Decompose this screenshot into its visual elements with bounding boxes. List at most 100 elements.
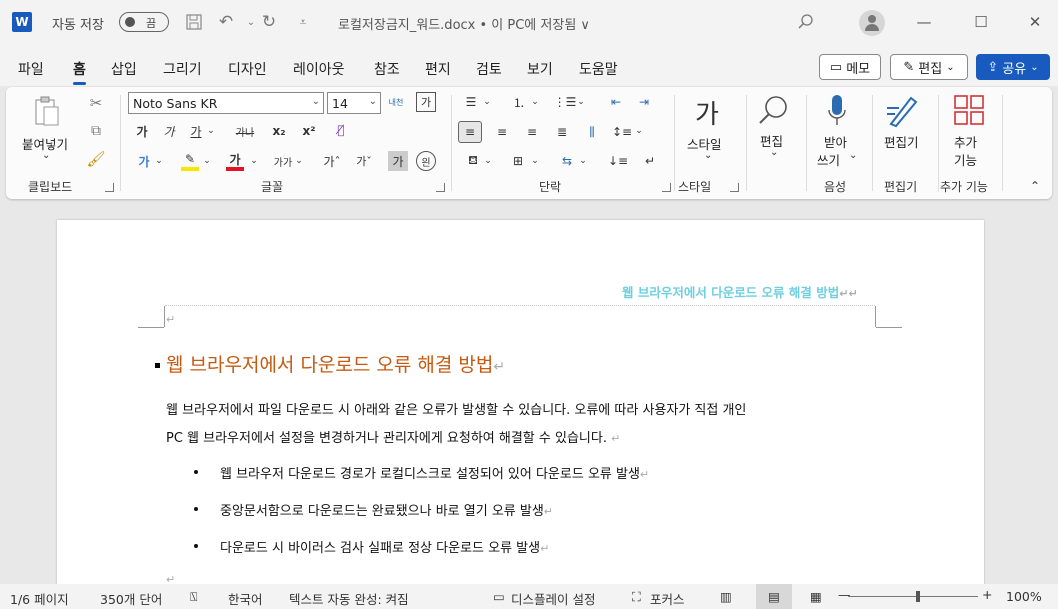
grow-font-icon[interactable]: 가ˆ — [322, 151, 342, 171]
italic-icon[interactable]: 가 — [161, 122, 177, 140]
header-text[interactable]: 웹 브라우저에서 다운로드 오류 해결 방법↵↵ — [622, 282, 858, 301]
sort-icon[interactable]: ↓≡ — [608, 151, 628, 171]
focus-label[interactable]: 포커스 — [650, 589, 685, 608]
autosave-toggle[interactable]: 끔 — [119, 12, 169, 32]
align-left-icon[interactable]: ≡ — [458, 121, 482, 143]
undo-icon[interactable]: ↶ — [215, 11, 237, 33]
tab-help[interactable]: 도움말 — [579, 59, 618, 79]
paste-icon[interactable] — [32, 93, 62, 129]
tab-draw[interactable]: 그리기 — [163, 59, 202, 79]
add-ins-icon[interactable] — [952, 93, 986, 127]
close-icon[interactable]: ✕ — [1022, 10, 1048, 34]
change-case-icon[interactable]: 가가 — [272, 151, 294, 171]
increase-indent-icon[interactable]: ⇥ — [634, 92, 654, 112]
decrease-indent-icon[interactable]: ⇤ — [606, 92, 626, 112]
bold-icon[interactable]: 가 — [134, 122, 150, 140]
editor-icon[interactable] — [884, 93, 920, 129]
page-count[interactable]: 1/6 페이지 — [10, 589, 69, 608]
find-icon[interactable] — [756, 93, 790, 127]
character-border-icon[interactable]: 가 — [416, 92, 436, 112]
print-layout-icon[interactable]: ▤ — [756, 584, 792, 609]
tab-file[interactable]: 파일 — [18, 59, 44, 79]
comments-button[interactable]: ▭ 메모 — [819, 54, 881, 80]
chevron-down-icon[interactable]: ⌄ — [202, 153, 212, 169]
chevron-down-icon[interactable]: ⌄ — [530, 94, 540, 110]
shading-icon[interactable]: ⛾ — [463, 151, 483, 171]
customize-toolbar-icon[interactable]: ⩡ — [292, 11, 314, 33]
superscript-icon[interactable]: x² — [300, 122, 318, 140]
dictate-label-2[interactable]: 쓰기 — [817, 150, 840, 169]
font-launcher-icon[interactable] — [436, 183, 445, 192]
justify-icon[interactable]: ≣ — [550, 121, 574, 143]
account-avatar[interactable] — [859, 10, 885, 36]
chevron-down-icon[interactable]: ⌄ — [482, 94, 492, 110]
highlight-color-icon[interactable]: ✎ — [181, 151, 199, 171]
font-size-box[interactable]: 14 ⌄ — [327, 92, 381, 114]
multilevel-list-icon[interactable]: ⋮☰ — [554, 92, 577, 112]
body-paragraph-line-2[interactable]: PC 웹 브라우저에서 설정을 변경하거나 관리자에게 요청하여 해결할 수 있… — [166, 427, 620, 446]
redo-icon[interactable]: ↻ — [258, 11, 280, 33]
zoom-out-icon[interactable]: — — [838, 587, 851, 602]
tab-view[interactable]: 보기 — [527, 59, 553, 79]
proofing-icon[interactable]: ⍂ — [190, 589, 198, 605]
font-color-icon[interactable]: 가 — [226, 151, 244, 171]
list-item[interactable]: 웹 브라우저 다운로드 경로가 로컬디스크로 설정되어 있어 다운로드 오류 발… — [220, 463, 649, 482]
add-ins-label-2[interactable]: 기능 — [954, 150, 977, 169]
chevron-down-icon[interactable]: ⌄ — [249, 153, 259, 169]
web-layout-icon[interactable]: ▦ — [810, 589, 822, 604]
distributed-icon[interactable]: ⫼ — [580, 121, 604, 143]
chevron-down-icon[interactable]: ⌄ — [483, 153, 493, 169]
share-button[interactable]: ⇪ 공유 ⌄ — [976, 54, 1050, 80]
display-settings-icon[interactable]: ▭ — [493, 589, 505, 604]
tab-home[interactable]: 홈 — [73, 59, 86, 85]
word-count[interactable]: 350개 단어 — [100, 589, 162, 608]
list-item[interactable]: 다운로드 시 바이러스 검사 실패로 정상 다운로드 오류 발생↵ — [220, 537, 549, 556]
copy-icon[interactable]: ⧉ — [86, 121, 106, 141]
editing-mode-button[interactable]: ✎ 편집 ⌄ — [890, 54, 968, 80]
chevron-down-icon[interactable]: ⌄ — [849, 150, 857, 161]
document-heading[interactable]: 웹 브라우저에서 다운로드 오류 해결 방법↵ — [166, 350, 505, 377]
chevron-down-icon[interactable]: ⌄ — [154, 153, 164, 169]
minimize-icon[interactable]: — — [911, 10, 937, 34]
text-effects-icon[interactable]: 가 — [134, 151, 154, 171]
bullets-icon[interactable]: ☰ — [460, 92, 482, 112]
collapse-ribbon-icon[interactable]: ⌃ — [1028, 179, 1042, 193]
subscript-icon[interactable]: x₂ — [270, 122, 288, 140]
phonetic-guide-icon[interactable]: 내천 — [386, 92, 406, 112]
tab-layout[interactable]: 레이아웃 — [293, 59, 345, 79]
tab-insert[interactable]: 삽입 — [111, 59, 137, 79]
tab-references[interactable]: 참조 — [374, 59, 400, 79]
tab-mailings[interactable]: 편지 — [425, 59, 451, 79]
display-settings-label[interactable]: 디스플레이 설정 — [511, 589, 595, 608]
zoom-slider-thumb[interactable] — [916, 591, 920, 602]
styles-icon[interactable]: 가 — [688, 93, 726, 131]
cut-icon[interactable]: ✂ — [86, 93, 106, 113]
focus-icon[interactable]: ⛶ — [632, 589, 641, 605]
list-item[interactable]: 중앙문서함으로 다운로드는 완료됐으나 바로 열기 오류 발생↵ — [220, 500, 553, 519]
save-icon[interactable] — [183, 11, 205, 33]
enclose-characters-icon[interactable]: 읜 — [416, 151, 436, 171]
line-spacing-icon[interactable]: ↕≡ — [612, 121, 632, 143]
chevron-down-icon[interactable]: ⌄ — [770, 147, 778, 158]
numbering-icon[interactable]: ⒈ — [508, 92, 530, 112]
tab-design[interactable]: 디자인 — [228, 59, 267, 79]
language-status[interactable]: 한국어 — [228, 589, 263, 608]
clear-formatting-icon[interactable]: 가̸ — [330, 120, 352, 140]
chevron-down-icon[interactable]: ⌄ — [42, 150, 50, 161]
editor-button-label[interactable]: 편집기 — [884, 132, 919, 151]
shrink-font-icon[interactable]: 가ˇ — [354, 151, 374, 171]
clipboard-launcher-icon[interactable] — [105, 183, 114, 192]
chevron-down-icon[interactable]: ⌄ — [704, 150, 712, 161]
dictate-label-1[interactable]: 받아 — [824, 132, 847, 151]
tab-review[interactable]: 검토 — [476, 59, 502, 79]
chevron-down-icon[interactable]: ⌄ — [206, 123, 216, 139]
font-name-box[interactable]: Noto Sans KR ⌄ — [128, 92, 324, 114]
text-direction-icon[interactable]: ⇆ — [556, 151, 578, 171]
chevron-down-icon[interactable]: ⌄ — [634, 123, 644, 139]
zoom-level[interactable]: 100% — [1006, 589, 1042, 604]
format-painter-icon[interactable]: 🖌 — [86, 149, 106, 169]
chevron-down-icon[interactable]: ⌄ — [576, 94, 586, 110]
body-paragraph-line-1[interactable]: 웹 브라우저에서 파일 다운로드 시 아래와 같은 오류가 발생할 수 있습니다… — [166, 399, 746, 418]
zoom-in-icon[interactable]: + — [982, 587, 992, 602]
align-center-icon[interactable]: ≡ — [490, 121, 514, 143]
